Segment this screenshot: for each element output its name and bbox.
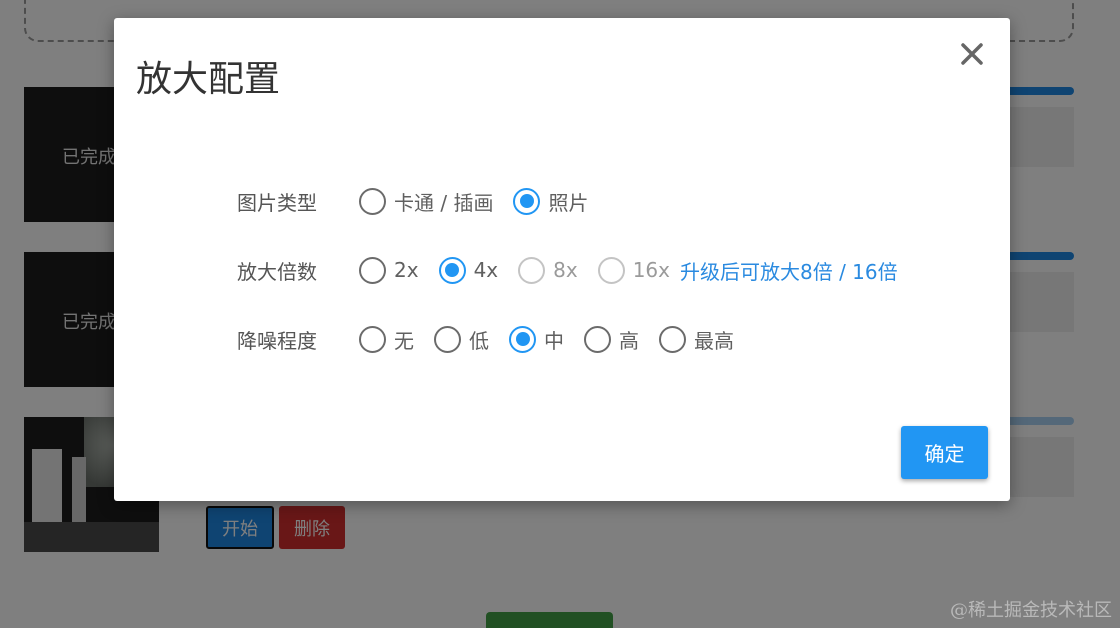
denoise-row: 降噪程度 无 低 中 高 最高 <box>237 324 754 354</box>
confirm-button[interactable]: 确定 <box>901 426 988 479</box>
option-label: 中 <box>544 328 564 353</box>
radio-unchecked-icon[interactable] <box>359 187 386 215</box>
radio-unchecked-icon[interactable] <box>359 256 386 284</box>
image-type-label: 图片类型 <box>237 190 317 215</box>
radio-option-16x: 16x <box>597 256 670 284</box>
radio-option-photo[interactable]: 照片 <box>513 187 588 216</box>
radio-option-highest[interactable]: 最高 <box>659 325 734 354</box>
radio-option-high[interactable]: 高 <box>584 325 639 354</box>
radio-option-low[interactable]: 低 <box>434 325 489 354</box>
upscale-config-dialog: 放大配置 图片类型 卡通 / 插画 照片 放大倍数 2x 4x 8x 16x 升… <box>114 18 1010 501</box>
watermark: @稀土掘金技术社区 <box>950 600 1112 621</box>
close-icon[interactable] <box>958 40 986 68</box>
image-type-row: 图片类型 卡通 / 插画 照片 <box>237 186 608 216</box>
scale-label: 放大倍数 <box>237 259 317 284</box>
scale-row: 放大倍数 2x 4x 8x 16x 升级后可放大8倍 / 16倍 <box>237 255 898 285</box>
option-label: 低 <box>469 328 489 353</box>
upgrade-link[interactable]: 升级后可放大8倍 / 16倍 <box>680 256 898 285</box>
radio-unchecked-icon[interactable] <box>359 325 386 353</box>
radio-option-8x: 8x <box>518 256 578 284</box>
dialog-title: 放大配置 <box>136 59 281 100</box>
option-label: 卡通 / 插画 <box>394 190 494 215</box>
option-label: 高 <box>619 328 639 353</box>
radio-disabled-icon <box>597 256 625 284</box>
radio-checked-icon[interactable] <box>438 256 466 284</box>
option-label: 最高 <box>694 328 734 353</box>
option-label: 4x <box>473 258 499 282</box>
option-label: 8x <box>553 258 578 282</box>
radio-option-4x[interactable]: 4x <box>438 256 499 284</box>
option-label: 无 <box>394 328 414 353</box>
radio-option-cartoon[interactable]: 卡通 / 插画 <box>359 187 493 216</box>
option-label: 2x <box>394 258 419 282</box>
radio-unchecked-icon[interactable] <box>434 325 461 353</box>
option-label: 16x <box>632 258 670 282</box>
denoise-label: 降噪程度 <box>237 328 317 353</box>
radio-checked-icon[interactable] <box>513 187 541 215</box>
radio-option-medium[interactable]: 中 <box>509 325 564 354</box>
radio-option-2x[interactable]: 2x <box>359 256 419 284</box>
radio-option-none[interactable]: 无 <box>359 325 414 354</box>
radio-unchecked-icon[interactable] <box>659 325 686 353</box>
radio-checked-icon[interactable] <box>509 325 536 353</box>
radio-unchecked-icon[interactable] <box>584 325 611 353</box>
radio-disabled-icon <box>518 256 546 284</box>
option-label: 照片 <box>548 190 589 215</box>
